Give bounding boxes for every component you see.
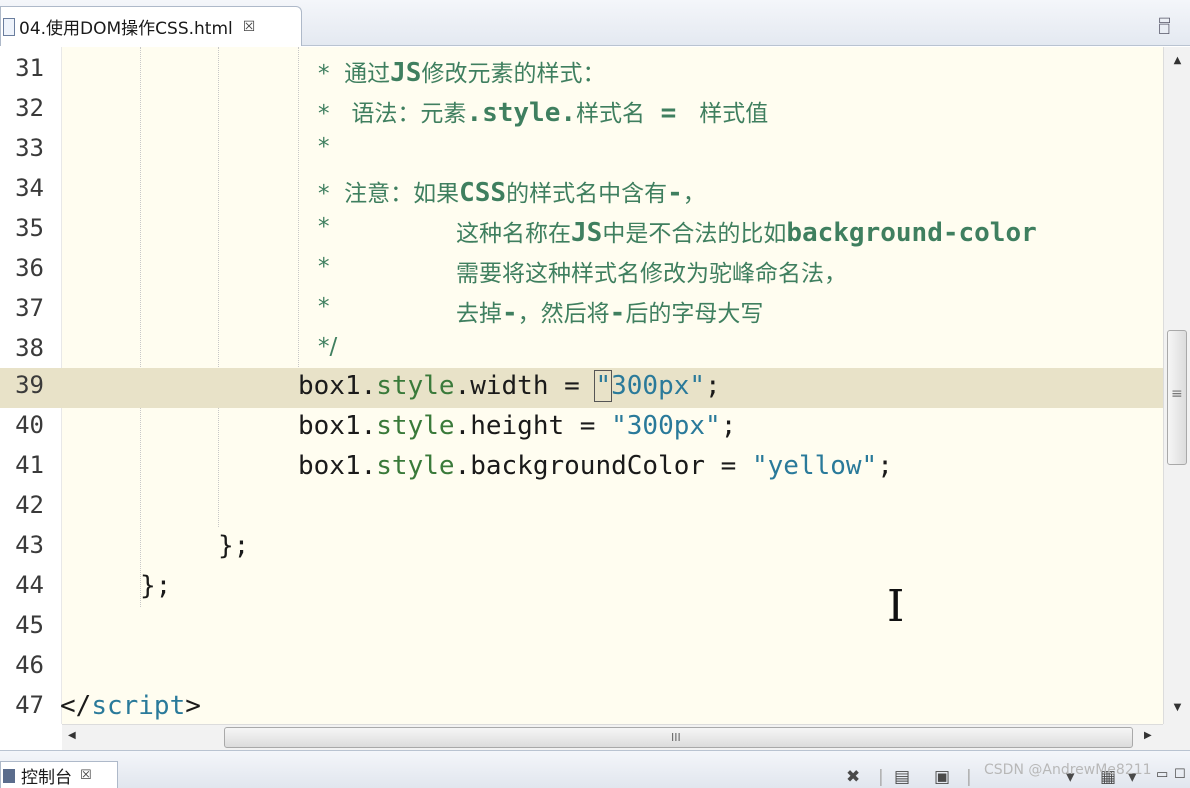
code-editor[interactable]: 31 * 通过JS修改元素的样式： 32 * 语法：元素.style.样式名 =…	[0, 47, 1163, 724]
line-number: 37	[15, 294, 44, 322]
line-number: 39	[15, 371, 44, 399]
line-number: 40	[15, 411, 44, 439]
line-number: 45	[15, 611, 44, 639]
scroll-up-icon[interactable]: ▲	[1164, 55, 1190, 66]
line-number: 35	[15, 214, 44, 242]
display-console-icon[interactable]: ▣	[934, 767, 950, 787]
line-number: 32	[15, 94, 44, 122]
vertical-scroll-thumb[interactable]: ≡	[1167, 330, 1187, 465]
code-line: 32 * 语法：元素.style.样式名 = 样式值	[0, 91, 1163, 131]
code-text: box1.style.backgroundColor = "yellow";	[298, 451, 893, 481]
code-text: </script>	[60, 691, 201, 721]
scroll-lock-icon[interactable]: ▤	[894, 767, 910, 787]
comment-text: * 通过JS修改元素的样式：	[318, 58, 606, 88]
toolbar-separator: |	[878, 767, 884, 787]
text-cursor-icon: I	[887, 581, 905, 632]
line-number: 41	[15, 451, 44, 479]
comment-star: *	[318, 214, 330, 240]
vertical-scrollbar[interactable]: ▲ ≡ ▼	[1163, 47, 1190, 724]
html-file-icon	[3, 17, 15, 36]
horizontal-scroll-thumb[interactable]: III	[224, 727, 1133, 748]
editor-tab[interactable]: 04.使用DOM操作CSS.html ☒	[0, 6, 302, 46]
line-number: 46	[15, 651, 44, 679]
line-number: 34	[15, 174, 44, 202]
comment-text: * 注意：如果CSS的样式名中含有-，	[318, 178, 706, 208]
scroll-right-icon[interactable]: ▶	[1144, 730, 1152, 741]
code-line: 45	[0, 608, 1163, 648]
comment-text: 去掉-，然后将-后的字母大写	[456, 298, 764, 328]
code-line: 33 *	[0, 131, 1163, 171]
watermark-text: CSDN @AndrewMe8211	[984, 762, 1152, 778]
comment-text: 这种名称在JS中是不合法的比如background-color	[456, 218, 1037, 248]
code-text: };	[218, 531, 250, 561]
scroll-left-icon[interactable]: ◀	[68, 730, 76, 741]
line-number: 36	[15, 254, 44, 282]
code-line: 47 </script>	[0, 688, 1163, 724]
code-line: 40 box1.style.height = "300px";	[0, 408, 1163, 448]
code-line: 41 box1.style.backgroundColor = "yellow"…	[0, 448, 1163, 488]
bracket-match-box: "	[594, 370, 613, 402]
console-tab-label: 控制台	[21, 768, 72, 788]
comment-text: */	[318, 334, 338, 360]
toolbar-separator: |	[966, 767, 972, 787]
remove-launch-icon[interactable]: ✖	[846, 767, 860, 787]
maximize-view-icon[interactable]: ☐	[1158, 22, 1171, 38]
line-number: 33	[15, 134, 44, 162]
line-number: 42	[15, 491, 44, 519]
scrollbar-corner	[1163, 724, 1190, 750]
comment-text: *	[318, 134, 330, 160]
editor-tab-bar: 04.使用DOM操作CSS.html ☒ ▭ ☐	[0, 0, 1190, 46]
code-line: 44 };	[0, 568, 1163, 608]
comment-text: 需要将这种样式名修改为驼峰命名法，	[456, 261, 847, 287]
scroll-grip-icon: III	[671, 731, 681, 744]
console-icon	[3, 768, 15, 783]
code-line: 37 * 去掉-，然后将-后的字母大写	[0, 291, 1163, 331]
code-line: 42	[0, 488, 1163, 528]
line-number: 47	[15, 691, 44, 719]
code-line: 31 * 通过JS修改元素的样式：	[0, 51, 1163, 91]
line-number: 43	[15, 531, 44, 559]
minimize-panel-icon[interactable]: ▭	[1156, 767, 1168, 782]
maximize-panel-icon[interactable]: ☐	[1174, 767, 1186, 782]
code-text: box1.style.width = "300px";	[298, 370, 721, 402]
code-line: 35 * 这种名称在JS中是不合法的比如background-color	[0, 211, 1163, 251]
comment-text: * 语法：元素.style.样式名 = 样式值	[318, 98, 769, 128]
line-number: 38	[15, 334, 44, 362]
tab-close-icon[interactable]: ☒	[243, 19, 256, 35]
line-number: 44	[15, 571, 44, 599]
console-close-icon[interactable]: ☒	[80, 768, 92, 783]
line-number: 31	[15, 54, 44, 82]
code-text: box1.style.height = "300px";	[298, 411, 737, 441]
code-line: 43 };	[0, 528, 1163, 568]
code-line: 46	[0, 648, 1163, 688]
current-code-line: 39 box1.style.width = "300px";	[0, 368, 1163, 408]
scroll-grip-icon: ≡	[1171, 386, 1183, 402]
code-line: 34 * 注意：如果CSS的样式名中含有-，	[0, 171, 1163, 211]
code-line: 38 */	[0, 331, 1163, 371]
comment-star: *	[318, 254, 330, 280]
scroll-down-icon[interactable]: ▼	[1164, 702, 1190, 713]
code-text: };	[140, 571, 172, 601]
code-line: 36 * 需要将这种样式名修改为驼峰命名法，	[0, 251, 1163, 291]
console-tab[interactable]: 控制台 ☒	[0, 761, 118, 788]
horizontal-scrollbar[interactable]: ◀ III ▶	[62, 724, 1163, 750]
tab-title: 04.使用DOM操作CSS.html	[19, 19, 233, 39]
comment-star: *	[318, 294, 330, 320]
